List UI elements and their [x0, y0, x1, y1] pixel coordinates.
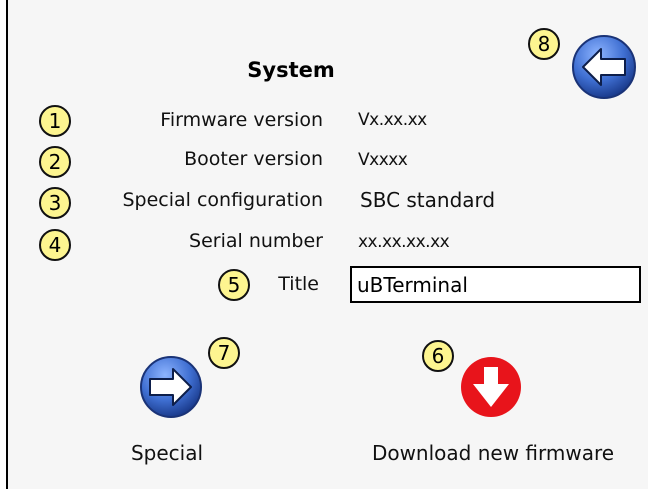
special-configuration-label: Special configuration: [122, 189, 323, 211]
callout-badge-4: 4: [39, 229, 71, 261]
forward-arrow-icon: [140, 356, 202, 418]
callout-badge-1: 1: [39, 105, 71, 137]
booter-version-label: Booter version: [184, 148, 323, 170]
serial-number-label: Serial number: [189, 230, 323, 252]
firmware-version-value: Vx.xx.xx: [358, 110, 427, 130]
special-caption[interactable]: Special: [118, 441, 216, 465]
callout-badge-3: 3: [39, 187, 71, 219]
callout-badge-8: 8: [528, 28, 560, 60]
page-title: System: [247, 58, 335, 82]
serial-number-value: xx.xx.xx.xx: [358, 232, 450, 252]
firmware-version-label: Firmware version: [160, 109, 323, 131]
callout-badge-5: 5: [218, 269, 250, 301]
title-field-label: Title: [278, 273, 319, 295]
back-arrow-icon: [572, 35, 636, 99]
system-screen: System 8 1 Firmware version Vx.xx.xx 2 B…: [0, 0, 648, 489]
download-firmware-caption[interactable]: Download new firmware: [356, 441, 630, 465]
callout-badge-2: 2: [39, 146, 71, 178]
back-button[interactable]: [571, 34, 637, 100]
download-firmware-button[interactable]: [458, 354, 524, 420]
title-input[interactable]: [350, 266, 641, 303]
special-configuration-value: SBC standard: [360, 188, 496, 212]
callout-badge-7: 7: [208, 337, 240, 369]
download-arrow-icon: [461, 357, 521, 417]
booter-version-value: Vxxxx: [358, 150, 408, 170]
screen-frame-edge: [0, 0, 8, 489]
callout-badge-6: 6: [422, 340, 454, 372]
special-button[interactable]: [139, 355, 203, 419]
